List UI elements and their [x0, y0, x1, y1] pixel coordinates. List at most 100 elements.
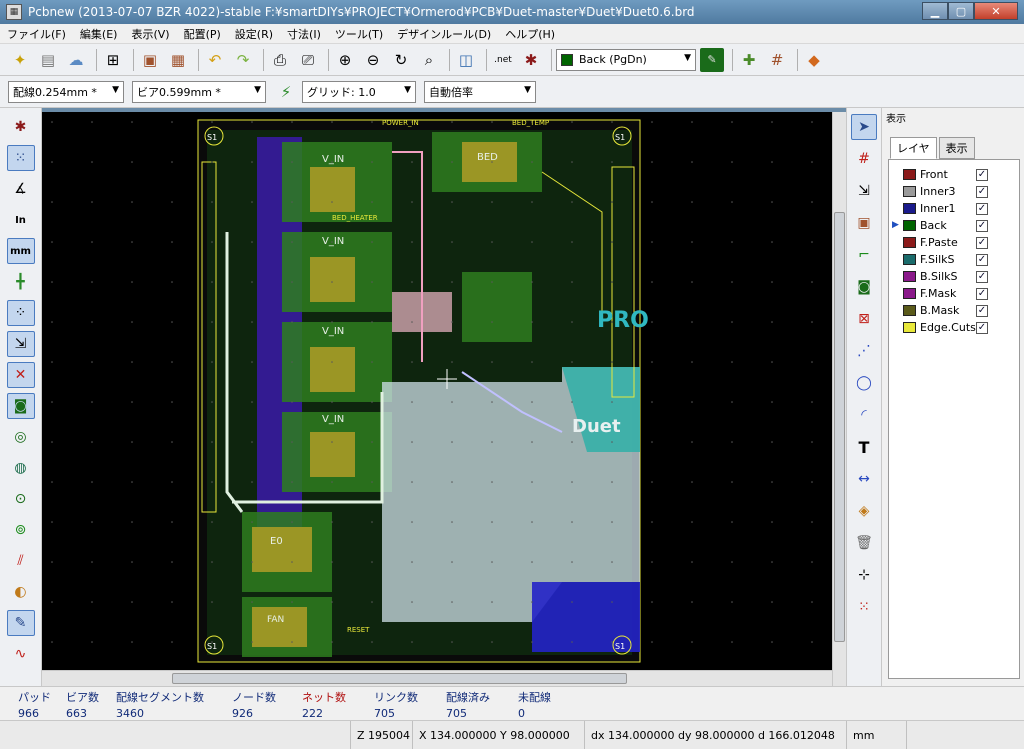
layer-color-swatch[interactable] [903, 288, 916, 299]
tab-render[interactable]: 表示 [938, 137, 975, 159]
layer-visible-checkbox[interactable]: ✓ [976, 287, 988, 300]
layer-visible-checkbox[interactable]: ✓ [976, 219, 988, 232]
polar-coords-icon[interactable]: ∡ [7, 176, 35, 202]
zone-fill-icon[interactable]: ◙ [6, 393, 35, 419]
layer-row[interactable]: B.SilkS ✓ [889, 268, 1019, 285]
layer-row[interactable]: F.Mask ✓ [889, 285, 1019, 302]
layers-manager-icon[interactable]: ✎ [6, 610, 35, 636]
layer-color-swatch[interactable] [903, 271, 916, 282]
layer-pair-icon[interactable]: ✎ [700, 47, 724, 72]
layer-row[interactable]: B.Mask ✓ [889, 302, 1019, 319]
menu-view[interactable]: 表示(V) [124, 26, 176, 42]
zone-outline-icon[interactable]: ◎ [7, 424, 35, 450]
layer-visible-checkbox[interactable]: ✓ [976, 185, 988, 198]
layer-visible-checkbox[interactable]: ✓ [976, 202, 988, 215]
menu-design-rules[interactable]: デザインルール(D) [390, 26, 498, 42]
auto-delete-track-icon[interactable]: ✕ [6, 362, 35, 388]
layer-name[interactable]: Back [920, 219, 974, 232]
layer-row[interactable]: F.SilkS ✓ [889, 251, 1019, 268]
add-dimension-icon[interactable]: ↔ [851, 466, 877, 492]
add-track-icon[interactable]: ⌐ [851, 242, 877, 268]
open-board-icon[interactable]: ▤ [36, 48, 60, 72]
drc-bug-icon[interactable]: ✱ [519, 48, 543, 72]
active-layer-select[interactable]: Back (PgDn) ▼ [556, 48, 696, 71]
auto-track-width-icon[interactable]: ⚡ [274, 80, 298, 104]
layer-name[interactable]: B.SilkS [920, 270, 974, 283]
zoom-out-icon[interactable]: ⊖ [361, 48, 385, 72]
menu-help[interactable]: ヘルプ(H) [498, 26, 562, 42]
add-module-icon[interactable]: ▣ [851, 210, 877, 236]
pad-sketch-icon[interactable]: ⊙ [7, 486, 35, 512]
delete-icon[interactable]: 🗑 [851, 530, 877, 556]
menu-file[interactable]: ファイル(F) [0, 26, 73, 42]
plot-icon[interactable]: ⎚ [296, 48, 320, 72]
find-icon[interactable]: ◫ [454, 48, 478, 72]
layer-name[interactable]: Edge.Cuts [920, 321, 976, 334]
menu-tools[interactable]: ツール(T) [328, 26, 390, 42]
layer-name[interactable]: Front [920, 168, 974, 181]
pcbnew-app-icon[interactable]: ▦ [6, 4, 22, 20]
module-library-icon[interactable]: ▦ [166, 48, 190, 72]
script-icon[interactable]: ◆ [802, 48, 826, 72]
minimize-button[interactable]: ▁ [922, 2, 948, 20]
set-origin-icon[interactable]: ⊹ [851, 562, 877, 588]
layer-row[interactable]: ▶ Back ✓ [889, 217, 1019, 234]
local-ratsnest-icon[interactable]: ⇲ [851, 178, 877, 204]
cursor-shape-icon[interactable]: ╋ [7, 269, 35, 295]
layer-row[interactable]: Inner1 ✓ [889, 200, 1019, 217]
layer-row[interactable]: Front ✓ [889, 166, 1019, 183]
print-icon[interactable]: ⎙ [268, 48, 292, 72]
zoom-redraw-icon[interactable]: ↻ [389, 48, 413, 72]
layer-color-swatch[interactable] [903, 254, 916, 265]
ratsnest-icon[interactable]: ⁘ [6, 300, 35, 326]
layer-visible-checkbox[interactable]: ✓ [976, 270, 988, 283]
layer-row[interactable]: F.Paste ✓ [889, 234, 1019, 251]
layer-color-swatch[interactable] [903, 203, 916, 214]
layer-visible-checkbox[interactable]: ✓ [976, 253, 988, 266]
redo-icon[interactable]: ↷ [231, 48, 255, 72]
layer-visible-checkbox[interactable]: ✓ [976, 236, 988, 249]
save-board-icon[interactable]: ☁ [64, 48, 88, 72]
add-keepout-icon[interactable]: ⊠ [851, 306, 877, 332]
high-contrast-icon[interactable]: ◐ [7, 579, 35, 605]
layer-visible-checkbox[interactable]: ✓ [976, 168, 988, 181]
menu-preferences[interactable]: 設定(R) [228, 26, 280, 42]
scrollbar-thumb[interactable] [834, 212, 845, 642]
close-button[interactable]: ✕ [974, 2, 1018, 20]
add-arc-icon[interactable]: ◜ [851, 402, 877, 428]
zoom-fit-icon[interactable]: ⌕ [417, 48, 441, 72]
grid-origin-icon[interactable]: ⁙ [851, 594, 877, 620]
layer-color-swatch[interactable] [903, 305, 916, 316]
tab-layers[interactable]: レイヤ [890, 137, 937, 159]
pcb-canvas[interactable]: S1 S1 S1 S1 V_IN V_IN V_IN V_IN BED E0 F… [42, 112, 832, 670]
layer-color-swatch[interactable] [903, 169, 916, 180]
layer-row[interactable]: Inner3 ✓ [889, 183, 1019, 200]
module-autoplace-icon[interactable]: ✚ [737, 48, 761, 72]
menu-dimensions[interactable]: 寸法(I) [280, 26, 328, 42]
grid-select[interactable]: グリッド: 1.0 ▼ [302, 80, 416, 103]
zoom-select[interactable]: 自動倍率 ▼ [424, 80, 536, 103]
drc-off-icon[interactable]: ✱ [7, 114, 35, 140]
units-inch-icon[interactable]: In [7, 207, 35, 233]
layer-color-swatch[interactable] [903, 220, 916, 231]
maximize-button[interactable]: ▢ [948, 2, 974, 20]
via-sketch-icon[interactable]: ⊚ [7, 517, 35, 543]
horizontal-scrollbar[interactable] [42, 670, 832, 686]
menu-place[interactable]: 配置(P) [177, 26, 228, 42]
via-size-select[interactable]: ビア0.599mm * ▼ [132, 80, 266, 103]
module-ratsnest-icon[interactable]: ⇲ [6, 331, 35, 357]
grid-toggle-icon[interactable]: ⁙ [6, 145, 35, 171]
add-circle-icon[interactable]: ◯ [851, 370, 877, 396]
undo-icon[interactable]: ↶ [203, 48, 227, 72]
zoom-in-icon[interactable]: ⊕ [333, 48, 357, 72]
layer-row[interactable]: Edge.Cuts ✓ [889, 319, 1019, 336]
scrollbar-thumb[interactable] [172, 673, 627, 684]
layer-color-swatch[interactable] [903, 322, 916, 333]
layer-name[interactable]: Inner1 [920, 202, 974, 215]
track-mode-icon[interactable]: # [765, 48, 789, 72]
layer-name[interactable]: F.Mask [920, 287, 974, 300]
layer-color-swatch[interactable] [903, 186, 916, 197]
layer-color-swatch[interactable] [903, 237, 916, 248]
units-mm-icon[interactable]: mm [6, 238, 35, 264]
select-arrow-icon[interactable]: ➤ [851, 114, 877, 140]
